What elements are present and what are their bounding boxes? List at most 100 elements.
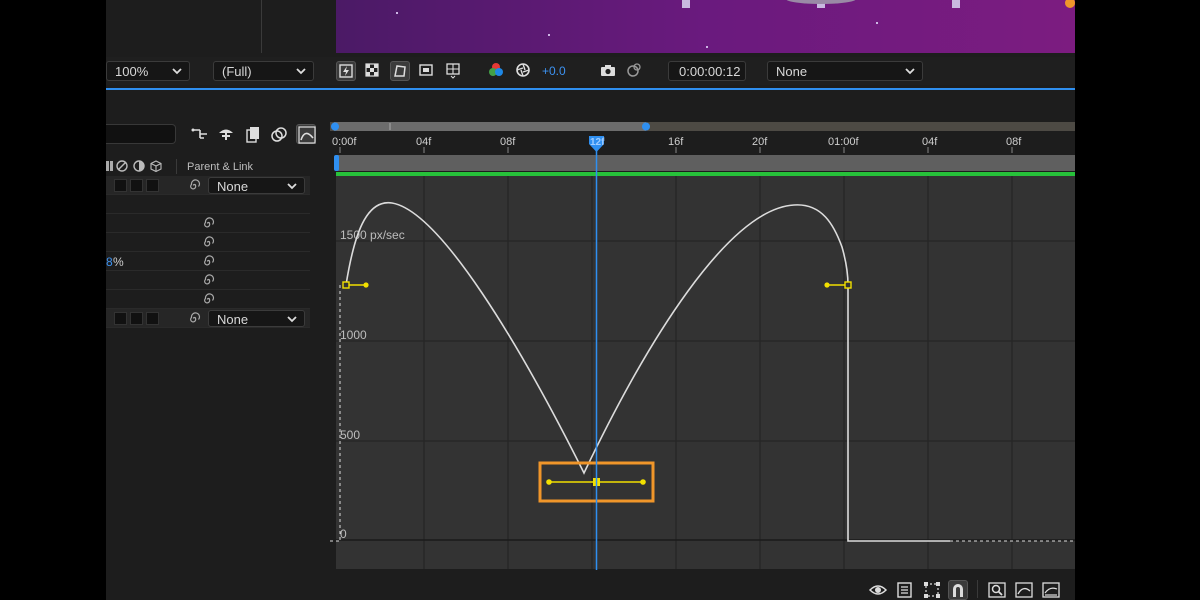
layer-switch[interactable] <box>146 179 159 192</box>
exposure-value[interactable]: +0.0 <box>542 64 566 78</box>
rgb-channels-icon <box>489 63 503 76</box>
graph-type-icon[interactable] <box>895 581 915 599</box>
fast-previews-button[interactable] <box>336 61 356 81</box>
pick-whip-icon[interactable] <box>202 217 215 230</box>
bezier-handle[interactable] <box>640 479 646 485</box>
layer-switch[interactable] <box>130 312 143 325</box>
after-effects-window: 100% (Full) +0.0 0:00:00:12 None Parent … <box>106 0 1075 600</box>
eye-icon[interactable] <box>868 581 888 599</box>
show-snapshot-button[interactable] <box>625 61 645 81</box>
playhead-label: 12f <box>590 137 605 148</box>
pick-whip-icon[interactable] <box>188 312 201 325</box>
property-value[interactable]: 8 <box>106 255 113 269</box>
snapshot-icon <box>627 63 641 77</box>
graph-editor[interactable]: 0:00f 04f 08f 16f 20f 01:00f 04f 08f 150… <box>330 115 1075 570</box>
property-row[interactable] <box>106 271 310 290</box>
property-row[interactable]: 8 % <box>106 252 310 271</box>
layer-row[interactable]: None <box>106 176 310 195</box>
show-channel-button[interactable] <box>487 61 507 81</box>
property-row[interactable] <box>106 290 310 309</box>
motion-blur-button[interactable] <box>269 124 289 144</box>
transparency-grid-button[interactable] <box>363 61 383 81</box>
property-row[interactable] <box>106 195 310 214</box>
guides-options-button[interactable] <box>444 61 464 81</box>
region-of-interest-button[interactable] <box>417 61 437 81</box>
ruler-tick-label: 04f <box>922 136 938 148</box>
reset-exposure-button[interactable] <box>514 61 534 81</box>
column-divider <box>176 159 177 174</box>
fit-all-graphs-icon[interactable] <box>1014 581 1034 599</box>
property-row[interactable] <box>106 214 310 233</box>
pick-whip-icon[interactable] <box>202 274 215 287</box>
graph-editor-icon <box>298 126 316 144</box>
graph-editor-bottom-bar <box>846 578 1075 600</box>
layer-row[interactable]: None <box>106 309 310 328</box>
graph-y-label: 500 <box>340 428 360 442</box>
bezier-handle[interactable] <box>546 479 552 485</box>
camera-icon <box>601 65 615 76</box>
parent-dropdown[interactable]: None <box>208 310 305 327</box>
graph-area[interactable] <box>336 176 1075 569</box>
panel-divider <box>261 0 262 53</box>
composition-viewer[interactable] <box>336 0 1075 53</box>
pick-whip-icon[interactable] <box>202 255 215 268</box>
bezier-handle[interactable] <box>363 282 369 288</box>
resolution-dropdown[interactable]: (Full) <box>213 61 314 81</box>
star-dot <box>876 22 878 24</box>
motion-blur-icon <box>271 127 287 142</box>
frame-blending-button[interactable] <box>243 124 263 144</box>
transform-box-icon[interactable] <box>922 581 942 599</box>
grid-guides-icon <box>446 63 460 79</box>
layer-switch[interactable] <box>130 179 143 192</box>
layer-column-header: Parent & Link <box>106 157 310 177</box>
time-navigator-range[interactable] <box>334 122 646 131</box>
work-area-start-handle[interactable] <box>334 155 339 171</box>
pick-whip-icon[interactable] <box>202 293 215 306</box>
fit-selection-icon[interactable] <box>987 581 1007 599</box>
zoom-value: 100% <box>115 64 149 79</box>
adjustment-layer-icon <box>133 160 145 172</box>
layer-handle[interactable] <box>952 0 960 8</box>
resolution-value: (Full) <box>222 64 252 79</box>
pick-whip-icon[interactable] <box>202 236 215 249</box>
keyframe-right[interactable] <box>844 281 852 289</box>
graph-unit-label: 1500 px/sec <box>340 228 405 242</box>
work-area-bar[interactable] <box>336 155 1075 171</box>
star-dot <box>706 46 708 48</box>
property-row[interactable] <box>106 233 310 252</box>
chevron-down-icon <box>296 68 306 75</box>
zoom-dropdown[interactable]: 100% <box>106 61 190 81</box>
layer-switch[interactable] <box>114 312 127 325</box>
current-time-value: 0:00:00:12 <box>679 64 741 79</box>
ruler-tick-label: 08f <box>500 136 516 148</box>
shy-layers-button[interactable] <box>216 124 236 144</box>
bezier-handle[interactable] <box>824 282 830 288</box>
pick-whip-icon[interactable] <box>188 179 201 192</box>
layer-switch[interactable] <box>114 179 127 192</box>
time-ruler[interactable]: 0:00f 04f 08f 16f 20f 01:00f 04f 08f <box>332 136 1022 153</box>
ruler-tick-label: 01:00f <box>828 136 860 148</box>
parent-dropdown[interactable]: None <box>208 177 305 194</box>
ruler-tick-label: 04f <box>416 136 432 148</box>
layer-handle[interactable] <box>682 0 690 8</box>
layer-switch[interactable] <box>146 312 159 325</box>
quality-switch-icon <box>116 160 128 172</box>
layer-rows: None 8 % None <box>106 176 310 330</box>
mask-path-icon <box>394 65 406 77</box>
layer-search-input[interactable] <box>106 124 176 144</box>
composition-flowchart-button[interactable] <box>190 124 210 144</box>
fast-preview-icon <box>339 64 353 78</box>
keyframe-left[interactable] <box>342 281 350 289</box>
navigator-end-handle[interactable] <box>642 122 650 131</box>
parent-link-header: Parent & Link <box>187 161 254 173</box>
current-time-field[interactable]: 0:00:00:12 <box>668 61 746 81</box>
snap-button[interactable] <box>948 580 968 600</box>
navigator-start-handle[interactable] <box>331 122 339 131</box>
take-snapshot-button[interactable] <box>599 61 619 81</box>
chevron-down-icon <box>287 316 297 323</box>
graph-editor-button[interactable] <box>296 124 316 144</box>
3d-layer-icon <box>150 160 162 173</box>
view-options-dropdown[interactable]: None <box>767 61 923 81</box>
separate-dimensions-icon[interactable] <box>1041 581 1061 599</box>
mask-visibility-button[interactable] <box>390 61 410 81</box>
